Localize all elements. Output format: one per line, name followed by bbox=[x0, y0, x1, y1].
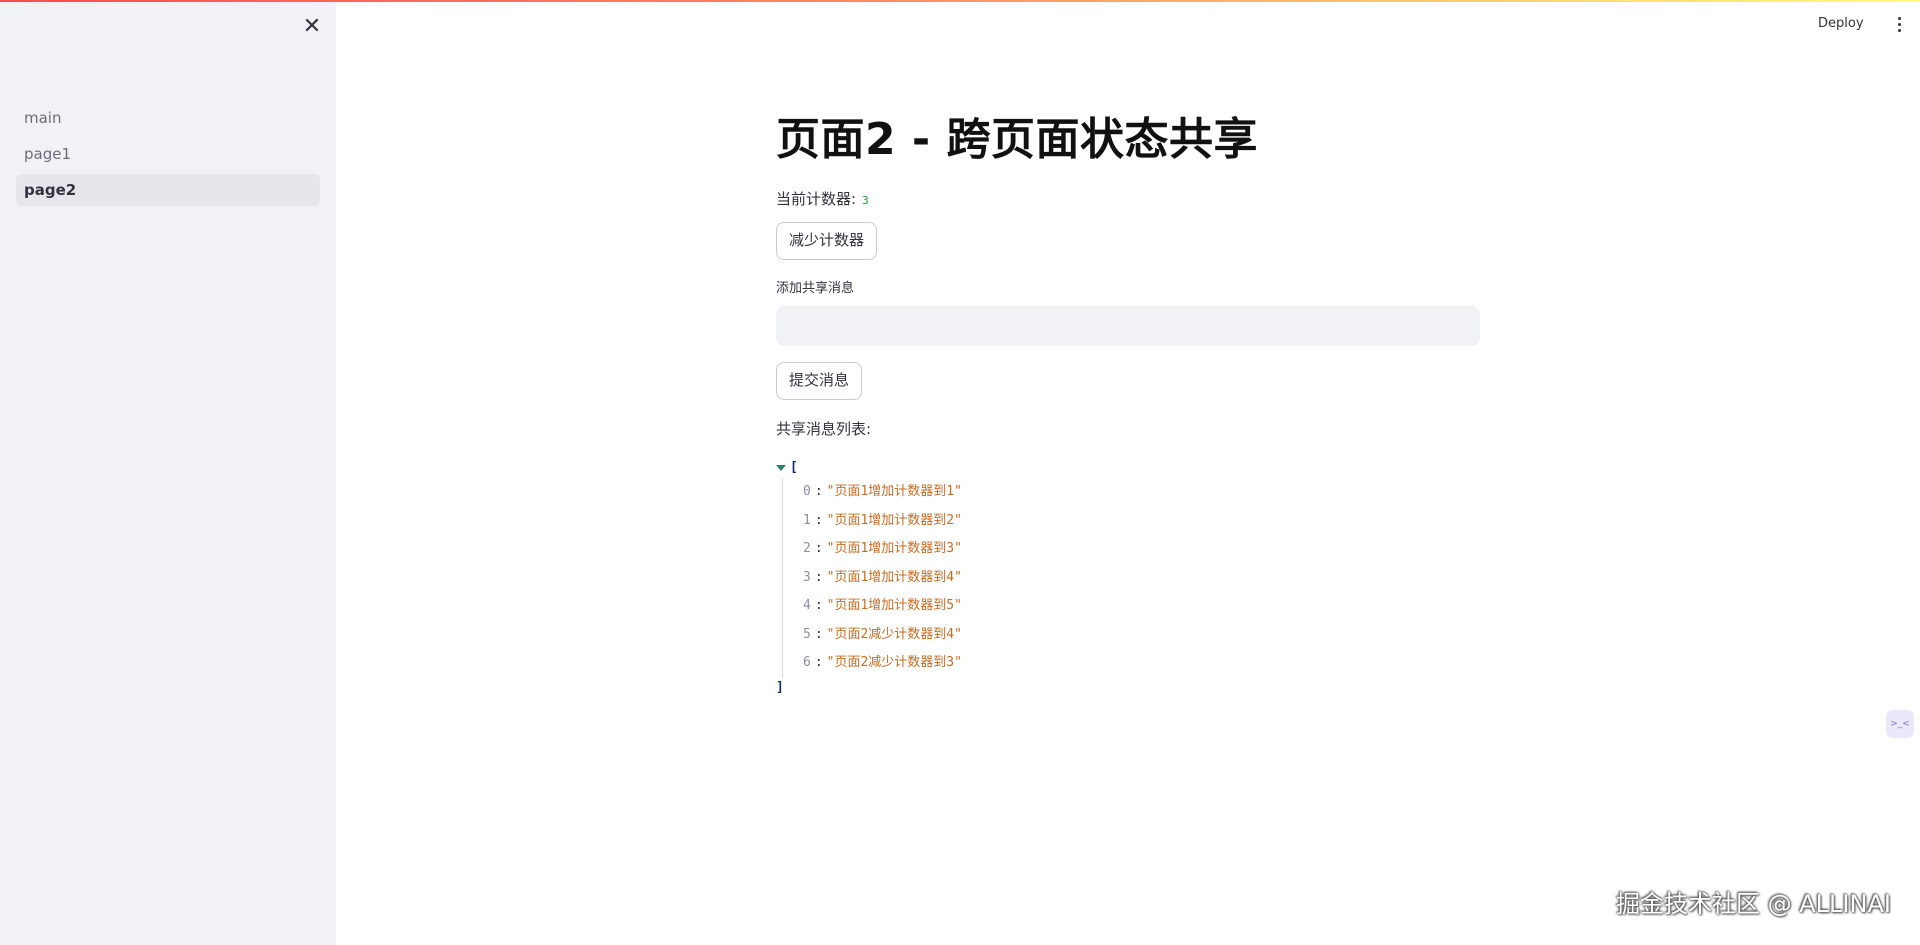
json-index: 5 bbox=[803, 626, 811, 642]
json-value: "页面1增加计数器到1" bbox=[826, 484, 962, 499]
watermark: 掘金技术社区 @ ALLINAI bbox=[1616, 890, 1891, 918]
json-item: 2: "页面1增加计数器到3" bbox=[803, 541, 962, 556]
json-index: 3 bbox=[803, 569, 811, 585]
json-item: 5: "页面2减少计数器到4" bbox=[803, 626, 962, 642]
json-close-bracket: ] bbox=[776, 679, 784, 695]
message-input[interactable] bbox=[776, 306, 1480, 346]
json-index: 4 bbox=[803, 598, 811, 613]
sidebar-nav: main page1 page2 bbox=[16, 102, 320, 210]
json-index: 0 bbox=[803, 484, 811, 499]
counter-label: 当前计数器: bbox=[776, 190, 857, 208]
json-item: 1: "页面1增加计数器到2" bbox=[803, 512, 962, 528]
json-item: 3: "页面1增加计数器到4" bbox=[803, 569, 962, 585]
json-value: "页面1增加计数器到4" bbox=[826, 569, 962, 585]
json-item: 4: "页面1增加计数器到5" bbox=[803, 598, 962, 613]
sidebar-item-page1[interactable]: page1 bbox=[16, 138, 320, 170]
json-index: 6 bbox=[803, 655, 811, 670]
counter-display: 当前计数器: 3 bbox=[776, 188, 1480, 210]
page-title: 页面2 - 跨页面状态共享 bbox=[776, 114, 1259, 165]
json-item: 6: "页面2减少计数器到3" bbox=[803, 655, 962, 670]
json-value: "页面1增加计数器到2" bbox=[826, 512, 962, 528]
json-open-bracket: [ bbox=[790, 460, 798, 475]
main-content: 页面2 - 跨页面状态共享 当前计数器: 3 减少计数器 添加共享消息 提交消息 … bbox=[776, 108, 1480, 698]
sidebar-item-main[interactable]: main bbox=[16, 102, 320, 134]
json-viewer: [ 0: "页面1增加计数器到1" 1: "页面1增加计数器到2" 2: "页面1增加… bbox=[776, 458, 1480, 698]
json-item: 0: "页面1增加计数器到1" bbox=[803, 484, 962, 499]
floating-assistant-icon[interactable]: >_< bbox=[1886, 710, 1914, 738]
sidebar-item-page2[interactable]: page2 bbox=[16, 174, 320, 206]
json-body: 0: "页面1增加计数器到1" 1: "页面1增加计数器到2" 2: "页面1增加计数… bbox=[782, 478, 1480, 678]
json-value: "页面2减少计数器到3" bbox=[826, 655, 962, 670]
submit-message-button[interactable]: 提交消息 bbox=[776, 362, 863, 400]
top-decoration-bar bbox=[0, 0, 1920, 2]
decrement-counter-button[interactable]: 减少计数器 bbox=[776, 222, 878, 260]
sidebar: ✕ main page1 page2 bbox=[0, 0, 336, 945]
json-value: "页面2减少计数器到4" bbox=[826, 626, 962, 642]
json-index: 1 bbox=[803, 512, 811, 528]
more-options-icon[interactable] bbox=[1887, 12, 1911, 36]
collapse-caret-icon[interactable] bbox=[776, 465, 786, 471]
counter-value: 3 bbox=[862, 194, 869, 207]
message-input-label: 添加共享消息 bbox=[776, 281, 855, 296]
json-index: 2 bbox=[803, 541, 811, 556]
message-list-title: 共享消息列表: bbox=[776, 420, 872, 438]
json-value: "页面1增加计数器到5" bbox=[826, 598, 962, 613]
json-value: "页面1增加计数器到3" bbox=[826, 541, 962, 556]
deploy-button[interactable]: Deploy bbox=[1818, 12, 1864, 36]
close-sidebar-icon[interactable]: ✕ bbox=[300, 14, 324, 39]
